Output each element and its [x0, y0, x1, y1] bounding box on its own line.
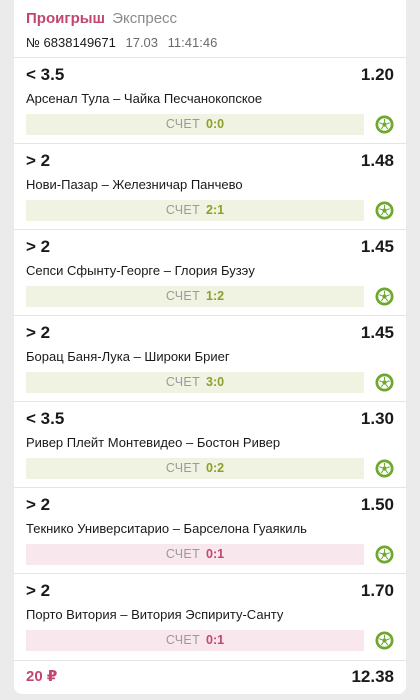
event-teams: Арсенал Тула – Чайка Песчанокопское [26, 91, 263, 106]
score-box: СЧЕТ 0:1 [26, 630, 364, 651]
football-icon [375, 201, 394, 220]
event-row[interactable]: > 2 1.50 Текнико Университарио – Барсело… [14, 487, 406, 573]
score-value: 1:2 [206, 289, 225, 303]
bet-time: 11:41:46 [167, 35, 218, 50]
score-box: СЧЕТ 2:1 [26, 200, 364, 221]
event-outcome: > 2 [26, 151, 51, 170]
score-box: СЧЕТ 0:2 [26, 458, 364, 479]
football-icon [375, 287, 394, 306]
score-label: СЧЕТ [165, 203, 201, 217]
event-odds: 1.45 [360, 323, 394, 342]
event-row[interactable]: < 3.5 1.30 Ривер Плейт Монтевидео – Бост… [14, 401, 406, 487]
football-icon [375, 459, 394, 478]
event-teams: Борац Баня-Лука – Широки Бриег [26, 349, 230, 364]
score-label: СЧЕТ [165, 547, 201, 561]
bet-footer: 20 ₽ 12.38 [14, 660, 406, 694]
event-row[interactable]: > 2 1.70 Порто Витория – Витория Эспирит… [14, 573, 406, 659]
bet-header: Проигрыш Экспресс № 6838149671 17.03 11:… [26, 10, 394, 51]
event-row[interactable]: > 2 1.45 Борац Баня-Лука – Широки Бриег … [14, 315, 406, 401]
score-box: СЧЕТ 0:1 [26, 544, 364, 565]
event-row[interactable]: < 3.5 1.20 Арсенал Тула – Чайка Песчанок… [14, 57, 406, 143]
score-box: СЧЕТ 0:0 [26, 114, 364, 135]
event-teams: Сепси Сфынту-Георге – Глория Бузэу [26, 263, 255, 278]
event-odds: 1.70 [360, 581, 394, 600]
event-teams: Нови-Пазар – Железничар Панчево [26, 177, 243, 192]
football-icon [375, 373, 394, 392]
football-icon [375, 545, 394, 564]
bet-type: Экспресс [112, 10, 178, 27]
score-label: СЧЕТ [165, 461, 201, 475]
event-row[interactable]: > 2 1.48 Нови-Пазар – Железничар Панчево… [14, 143, 406, 229]
event-odds: 1.48 [360, 151, 394, 170]
event-odds: 1.30 [360, 409, 394, 428]
score-box: СЧЕТ 3:0 [26, 372, 364, 393]
event-teams: Текнико Университарио – Барселона Гуаяки… [26, 521, 307, 536]
score-value: 2:1 [206, 203, 225, 217]
score-value: 0:1 [206, 633, 225, 647]
score-label: СЧЕТ [165, 289, 201, 303]
score-value: 0:0 [206, 117, 225, 131]
event-outcome: > 2 [26, 495, 51, 514]
score-box: СЧЕТ 1:2 [26, 286, 364, 307]
events-list: < 3.5 1.20 Арсенал Тула – Чайка Песчанок… [14, 57, 406, 659]
event-outcome: > 2 [26, 581, 51, 600]
event-odds: 1.20 [360, 65, 394, 84]
ticket-number: № 6838149671 [26, 35, 116, 50]
bet-date: 17.03 [125, 35, 159, 50]
score-label: СЧЕТ [165, 633, 201, 647]
football-icon [375, 631, 394, 650]
event-outcome: < 3.5 [26, 65, 65, 84]
event-row[interactable]: > 2 1.45 Сепси Сфынту-Георге – Глория Бу… [14, 229, 406, 315]
score-label: СЧЕТ [165, 117, 201, 131]
event-teams: Ривер Плейт Монтевидео – Бостон Ривер [26, 435, 281, 450]
stake-amount: 20 ₽ [26, 668, 58, 685]
event-teams: Порто Витория – Витория Эспириту-Санту [26, 607, 284, 622]
event-outcome: > 2 [26, 237, 51, 256]
event-outcome: < 3.5 [26, 409, 65, 428]
event-outcome: > 2 [26, 323, 51, 342]
event-odds: 1.45 [360, 237, 394, 256]
score-label: СЧЕТ [165, 375, 201, 389]
bet-status: Проигрыш [26, 10, 106, 27]
event-odds: 1.50 [360, 495, 394, 514]
football-icon [375, 115, 394, 134]
score-value: 0:1 [206, 547, 225, 561]
bet-card: Проигрыш Экспресс № 6838149671 17.03 11:… [14, 0, 406, 694]
total-odds: 12.38 [351, 667, 394, 686]
score-value: 0:2 [206, 461, 225, 475]
score-value: 3:0 [206, 375, 225, 389]
